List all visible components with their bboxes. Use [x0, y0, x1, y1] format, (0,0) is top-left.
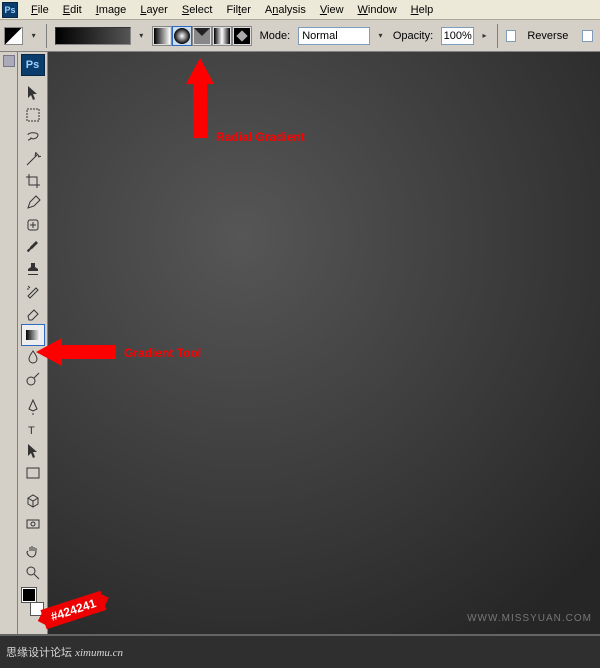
- menu-help[interactable]: Help: [404, 2, 441, 18]
- gradient-picker-dropdown-icon[interactable]: ▾: [137, 31, 146, 40]
- dodge-tool[interactable]: [21, 368, 45, 390]
- brush-tool[interactable]: [21, 236, 45, 258]
- annotation-arrow-shaft: [60, 345, 116, 359]
- opacity-flyout-icon[interactable]: ▸: [480, 31, 489, 40]
- menu-layer[interactable]: Layer: [133, 2, 175, 18]
- menu-filter[interactable]: Filter: [219, 2, 257, 18]
- radial-gradient-button[interactable]: [172, 26, 192, 46]
- type-tool[interactable]: T: [21, 418, 45, 440]
- shape-tool[interactable]: [21, 462, 45, 484]
- diamond-gradient-button[interactable]: [232, 26, 252, 46]
- move-tool[interactable]: [21, 82, 45, 104]
- options-bar: ▾ ▾ Mode: Normal ▾ Opacity: 100% ▸ Rever…: [0, 20, 600, 52]
- reverse-label: Reverse: [525, 30, 570, 42]
- app-icon: Ps: [2, 2, 18, 18]
- footer-text: 思缘设计论坛 ximumu.cn: [6, 644, 123, 660]
- dither-checkbox[interactable]: [582, 30, 593, 42]
- workspace: Ps T Radial Gradient: [0, 52, 600, 668]
- annotation-arrow-icon: [36, 338, 62, 366]
- eyedropper-tool[interactable]: [21, 192, 45, 214]
- watermark: WWW.MISSYUAN.COM: [467, 613, 592, 624]
- menu-file[interactable]: File: [24, 2, 56, 18]
- opacity-input[interactable]: 100%: [441, 27, 474, 45]
- mode-dropdown-icon[interactable]: ▾: [376, 31, 385, 40]
- svg-text:T: T: [28, 425, 35, 437]
- tool-preset-swatch[interactable]: [4, 27, 23, 45]
- path-select-tool[interactable]: [21, 440, 45, 462]
- separator: [497, 24, 498, 48]
- gradient-type-group: [152, 26, 252, 46]
- zoom-tool[interactable]: [21, 562, 45, 584]
- annotation-arrow-icon: [186, 58, 214, 84]
- pen-tool[interactable]: [21, 396, 45, 418]
- hand-tool[interactable]: [21, 540, 45, 562]
- menu-edit[interactable]: Edit: [56, 2, 89, 18]
- panel-expand-icon[interactable]: [3, 55, 15, 67]
- mode-value: Normal: [302, 30, 337, 42]
- canvas[interactable]: Radial Gradient Gradient Tool WWW.MISSYU…: [48, 52, 600, 668]
- menu-select[interactable]: Select: [175, 2, 220, 18]
- angle-gradient-button[interactable]: [192, 26, 212, 46]
- wand-tool[interactable]: [21, 148, 45, 170]
- annotation-radial: Radial Gradient: [216, 130, 305, 144]
- separator: [46, 24, 47, 48]
- annotation-arrow-shaft: [193, 82, 207, 138]
- eraser-tool[interactable]: [21, 302, 45, 324]
- menu-analysis[interactable]: Analysis: [258, 2, 313, 18]
- reverse-checkbox[interactable]: [506, 30, 517, 42]
- footer-bar: 思缘设计论坛 ximumu.cn: [0, 634, 600, 668]
- history-brush-tool[interactable]: [21, 280, 45, 302]
- opacity-label: Opacity:: [391, 30, 435, 42]
- reflected-gradient-button[interactable]: [212, 26, 232, 46]
- tool-preset-dropdown-icon[interactable]: ▾: [29, 31, 38, 40]
- menu-view[interactable]: View: [313, 2, 351, 18]
- menubar: Ps File Edit Image Layer Select Filter A…: [0, 0, 600, 20]
- ps-logo-icon: Ps: [21, 54, 45, 76]
- healing-tool[interactable]: [21, 214, 45, 236]
- stamp-tool[interactable]: [21, 258, 45, 280]
- mode-label: Mode:: [258, 30, 293, 42]
- annotation-gradtool: Gradient Tool: [124, 346, 201, 360]
- crop-tool[interactable]: [21, 170, 45, 192]
- linear-gradient-button[interactable]: [152, 26, 172, 46]
- gradient-preview[interactable]: [55, 27, 131, 45]
- foreground-color[interactable]: [22, 588, 36, 602]
- marquee-tool[interactable]: [21, 104, 45, 126]
- camera-tool[interactable]: [21, 512, 45, 534]
- panel-gutter: [0, 52, 18, 668]
- 3d-tool[interactable]: [21, 490, 45, 512]
- lasso-tool[interactable]: [21, 126, 45, 148]
- menu-image[interactable]: Image: [89, 2, 134, 18]
- menu-window[interactable]: Window: [351, 2, 404, 18]
- mode-select[interactable]: Normal: [298, 27, 370, 45]
